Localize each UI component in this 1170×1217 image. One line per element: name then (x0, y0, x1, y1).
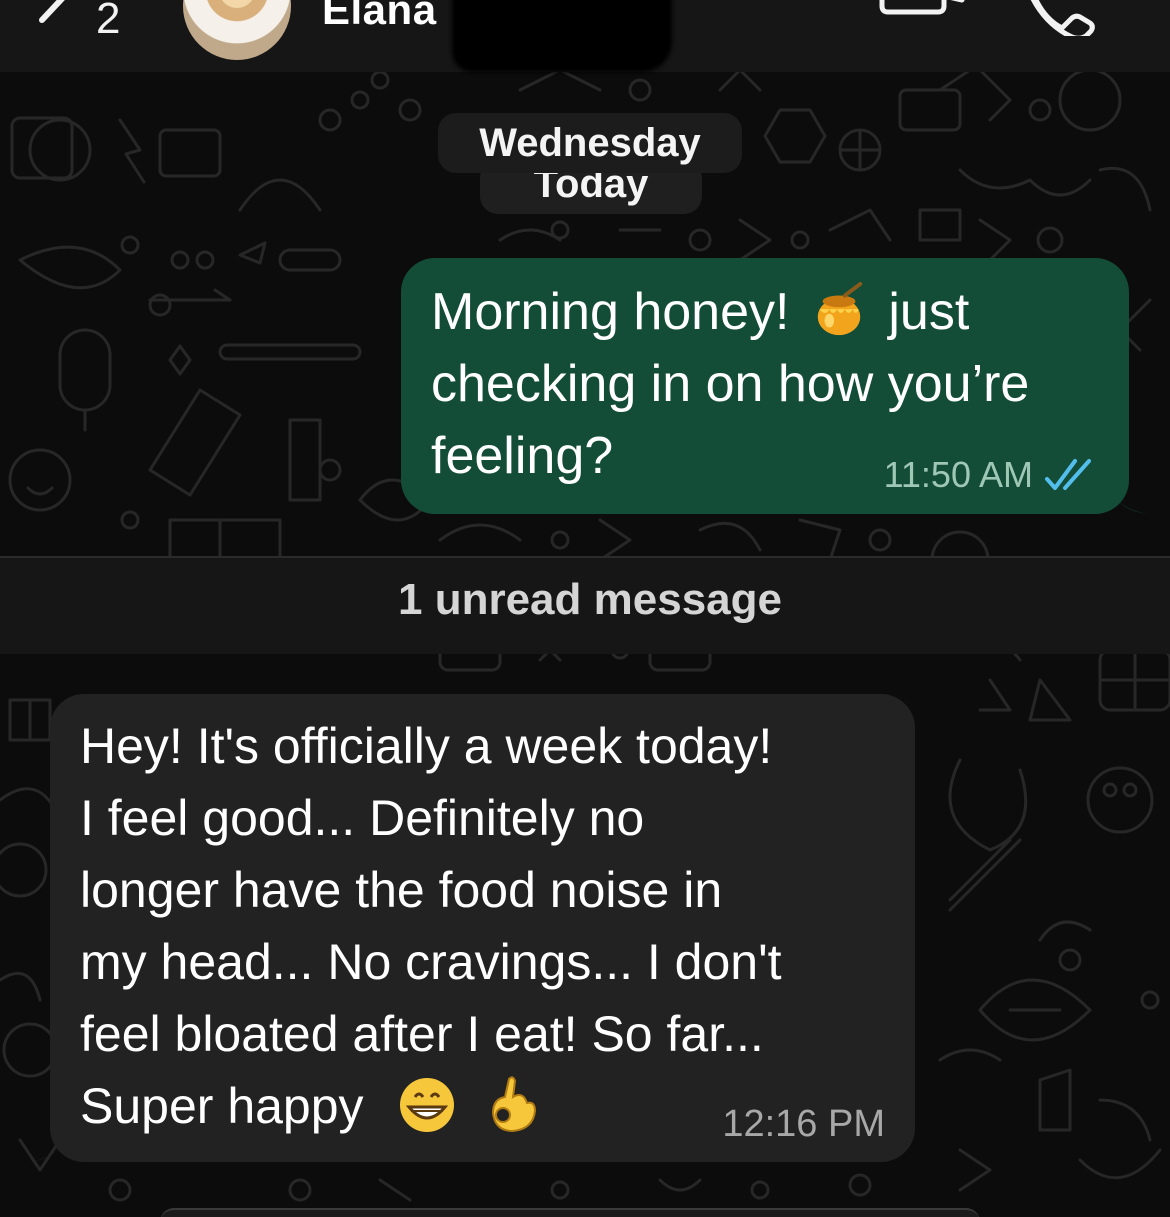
contact-name[interactable]: Elana (322, 0, 437, 34)
incoming-timestamp: 12:16 PM (722, 1103, 885, 1145)
incoming-line: my head... No cravings... I don't (80, 934, 782, 990)
incoming-message-text: Hey! It's officially a week today! I fee… (80, 710, 900, 1142)
chat-screen: 2 Elana Today Wednesday Morning honey! j… (0, 0, 1170, 1217)
outgoing-message-bubble[interactable]: Morning honey! just checking in on how y… (401, 258, 1147, 514)
outgoing-timestamp: 11:50 AM (883, 454, 1033, 495)
avatar[interactable] (183, 0, 291, 60)
unread-messages-label: 1 unread message (398, 575, 782, 624)
incoming-line: Super happy (80, 1078, 364, 1134)
unread-chats-count[interactable]: 2 (96, 0, 120, 44)
video-camera-icon (879, 0, 965, 15)
back-button[interactable] (26, 0, 146, 50)
honey-pot-icon (817, 282, 863, 336)
phone-icon (1030, 0, 1095, 41)
video-call-button[interactable] (878, 0, 968, 30)
chat-header: 2 Elana (0, 0, 1170, 72)
bubble-tail (30, 1132, 70, 1162)
next-message-bubble-edge (160, 1208, 980, 1217)
redaction-block (452, 0, 672, 72)
incoming-message-bubble[interactable]: Hey! It's officially a week today! I fee… (30, 694, 915, 1162)
grinning-face-icon (400, 1077, 455, 1132)
ok-hand-icon (492, 1076, 537, 1132)
outgoing-meta: 11:50 AM (884, 454, 1099, 496)
unread-messages-divider: 1 unread message (0, 556, 1170, 654)
voice-call-button[interactable] (1030, 0, 1100, 41)
incoming-line: Hey! It's officially a week today! (80, 718, 773, 774)
date-chip-wednesday: Wednesday (438, 113, 742, 173)
chevron-left-icon (39, 0, 65, 23)
outgoing-text-part-1: Morning honey! (431, 283, 790, 341)
double-check-icon (1045, 459, 1091, 490)
incoming-line: feel bloated after I eat! So far... (80, 1006, 764, 1062)
bubble-tail (1107, 484, 1147, 514)
incoming-line: I feel good... Definitely no (80, 790, 645, 846)
incoming-line: longer have the food noise in (80, 862, 723, 918)
